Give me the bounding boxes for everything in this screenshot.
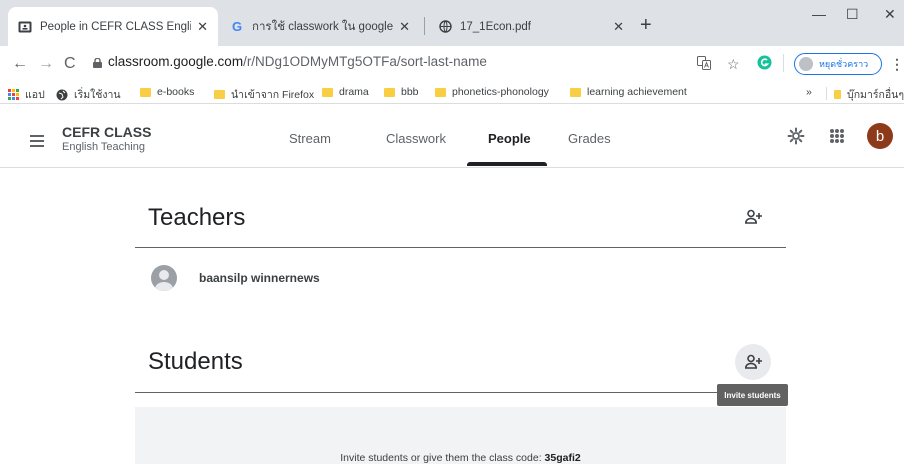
class-name[interactable]: CEFR CLASS [62, 124, 151, 140]
close-tab-icon[interactable]: ✕ [197, 19, 208, 35]
bookmark-folder-bbb[interactable]: bbb [384, 86, 419, 98]
bookmarks-overflow-chevron-icon[interactable]: » [806, 86, 812, 98]
close-tab-icon[interactable]: ✕ [399, 19, 410, 35]
invite-students-icon[interactable] [744, 354, 763, 375]
minimize-window-icon[interactable]: — [812, 6, 826, 22]
profile-label: หยุดชั่วคราว [819, 59, 869, 69]
teacher-name: baansilp winnernews [199, 271, 320, 285]
apps-grid-icon [8, 89, 19, 100]
bookmark-label: drama [339, 86, 369, 98]
invite-students-panel: Invite students or give them the class c… [135, 407, 786, 464]
teacher-avatar-icon [151, 265, 177, 291]
tab-people[interactable]: People [488, 131, 531, 146]
reload-icon[interactable]: C [64, 55, 76, 73]
students-divider [135, 392, 786, 393]
browser-toolbar: ← → C classroom.google.com/r/NDg1ODMyMTg… [0, 46, 904, 82]
maximize-window-icon[interactable]: ☐ [846, 6, 859, 23]
bookmark-label: เริ่มใช้งาน [74, 89, 121, 101]
grammarly-extension-icon[interactable] [757, 55, 772, 73]
folder-icon [140, 87, 151, 97]
invite-message: Invite students or give them the class c… [135, 452, 786, 464]
tab-classwork[interactable]: Classwork [386, 131, 446, 146]
profile-paused-button[interactable]: หยุดชั่วคราว [794, 53, 882, 75]
folder-icon [322, 87, 333, 97]
folder-icon [570, 87, 581, 97]
toolbar-separator [783, 54, 784, 72]
bookmark-folder-ebooks[interactable]: e-books [140, 86, 194, 98]
bookmark-folder-firefox[interactable]: นำเข้าจาก Firefox [214, 86, 314, 103]
url-path: /r/NDg1ODMyMTg5OTFa/sort-last-name [243, 54, 487, 69]
globe-icon [438, 20, 452, 34]
bookmarks-bar: แอป เริ่มใช้งาน e-books นำเข้าจาก Firefo… [0, 82, 904, 104]
bookmark-label: phonetics-phonology [452, 86, 549, 98]
tab-title: 17_1Econ.pdf [460, 20, 531, 33]
profile-avatar-icon [799, 57, 813, 71]
bookmark-label: bbb [401, 86, 419, 98]
address-bar[interactable]: classroom.google.com/r/NDg1ODMyMTg5OTFa/… [108, 54, 487, 69]
bookmark-label: แอป [25, 89, 45, 101]
invite-students-tooltip: Invite students [717, 384, 788, 406]
teacher-row: baansilp winnernews [151, 265, 320, 291]
classroom-app-bar: CEFR CLASS English Teaching Stream Class… [0, 104, 904, 168]
lock-icon[interactable] [93, 58, 102, 68]
bookmark-label: บุ๊กมาร์กอื่นๆ [847, 89, 904, 101]
close-window-icon[interactable]: ✕ [884, 6, 896, 23]
url-host: classroom.google.com [108, 54, 244, 69]
back-icon[interactable]: ← [12, 55, 28, 73]
bookmark-folder-learning[interactable]: learning achievement [570, 86, 687, 98]
tab-separator [424, 17, 425, 35]
browser-tab-pdf[interactable]: 17_1Econ.pdf ✕ [428, 7, 634, 46]
folder-icon [214, 90, 225, 99]
overflow-label: » [806, 86, 812, 98]
forward-icon[interactable]: → [38, 55, 54, 73]
invite-prefix: Invite students or give them the class c… [340, 452, 545, 464]
browser-tab-classwork-guide[interactable]: G การใช้ classwork ใน google classro ✕ [220, 7, 420, 46]
teachers-divider [135, 247, 786, 248]
browser-menu-icon[interactable]: ⋮ [890, 56, 904, 73]
new-tab-button[interactable]: + [640, 14, 652, 37]
bookmark-other-folder[interactable]: บุ๊กมาร์กอื่นๆ [834, 86, 904, 103]
main-menu-icon[interactable] [30, 135, 44, 150]
class-code[interactable]: 35gafi2 [545, 452, 581, 464]
bookmark-apps[interactable]: แอป [8, 86, 45, 103]
bookmark-separator [826, 87, 827, 100]
settings-gear-icon[interactable] [787, 127, 805, 150]
bookmark-label: นำเข้าจาก Firefox [231, 89, 315, 101]
tab-title: การใช้ classwork ใน google classro [252, 20, 394, 33]
globe-icon [56, 89, 68, 101]
google-apps-icon[interactable] [830, 129, 844, 143]
students-heading: Students [148, 348, 243, 375]
bookmark-getting-started[interactable]: เริ่มใช้งาน [56, 86, 121, 103]
active-tab-indicator [467, 162, 547, 166]
classroom-favicon-icon [18, 20, 32, 34]
tab-grades[interactable]: Grades [568, 131, 611, 146]
bookmark-folder-drama[interactable]: drama [322, 86, 369, 98]
tab-stream[interactable]: Stream [289, 131, 331, 146]
bookmark-star-icon[interactable]: ☆ [727, 56, 740, 73]
folder-icon [834, 90, 842, 99]
folder-icon [435, 87, 446, 97]
browser-tab-people[interactable]: People in CEFR CLASS English Te ✕ [8, 7, 218, 46]
close-tab-icon[interactable]: ✕ [613, 19, 624, 35]
folder-icon [384, 87, 395, 97]
browser-tab-strip: People in CEFR CLASS English Te ✕ G การใ… [0, 0, 904, 46]
invite-teachers-icon[interactable] [744, 209, 763, 230]
class-section: English Teaching [62, 141, 145, 153]
tab-title: People in CEFR CLASS English Te [40, 20, 192, 33]
translate-icon[interactable] [697, 56, 711, 73]
bookmark-label: e-books [157, 86, 195, 98]
bookmark-label: learning achievement [587, 86, 687, 98]
account-avatar[interactable]: b [867, 123, 893, 149]
bookmark-folder-phonetics[interactable]: phonetics-phonology [435, 86, 549, 98]
google-favicon-icon: G [231, 19, 243, 34]
teachers-heading: Teachers [148, 204, 246, 231]
